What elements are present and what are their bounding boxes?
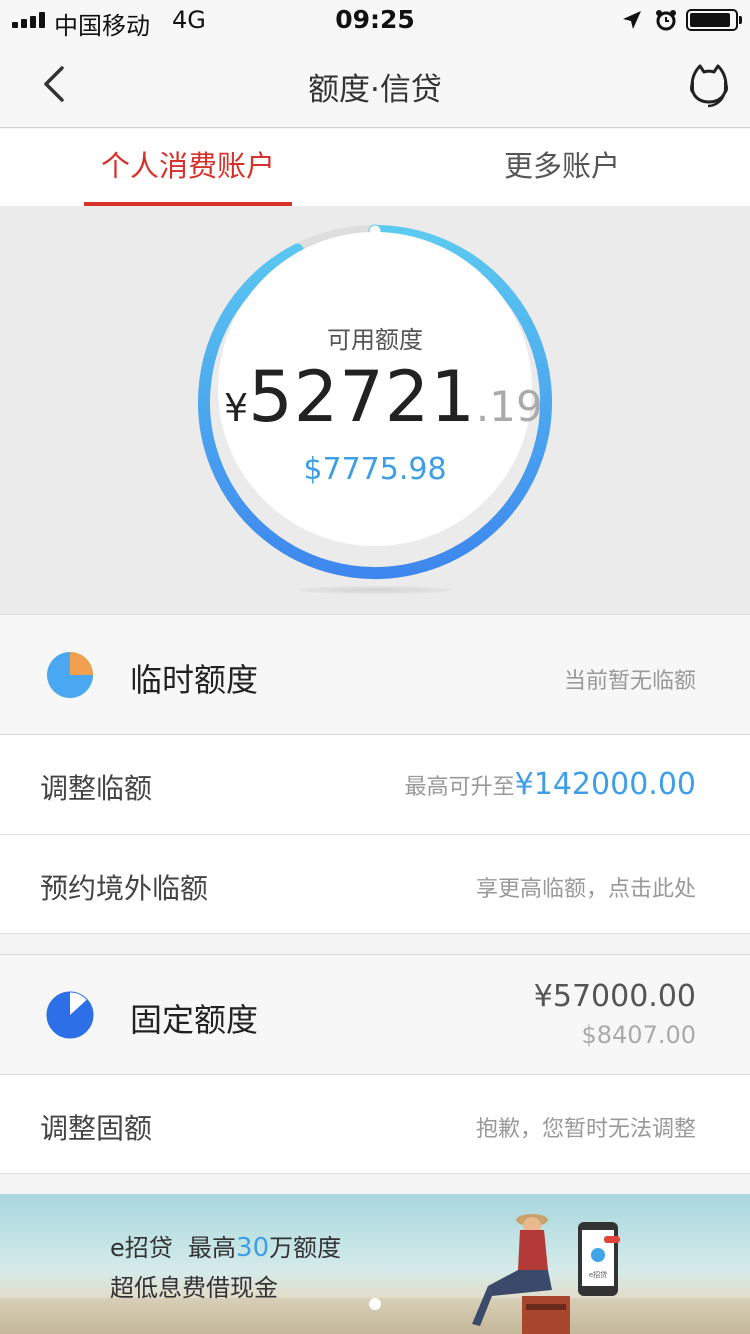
banner-headline: e招贷 最高30万额度	[110, 1228, 341, 1263]
adjust-fixed-quota-label: 调整固额	[40, 1112, 153, 1145]
fixed-quota-section: 固定额度 ¥57000.00 $8407.00	[0, 954, 750, 1075]
max-raise-amount: ¥142000.00	[514, 767, 696, 802]
banner-subline: 超低息费借现金	[110, 1274, 278, 1302]
temp-quota-section: 临时额度 当前暂无临额	[0, 614, 750, 735]
overseas-temp-quota-hint: 享更高临额，点击此处	[475, 877, 696, 902]
adjust-temp-quota-hint: 最高可升至¥142000.00	[405, 767, 696, 802]
banner-suffix: 万额度	[269, 1234, 342, 1262]
fixed-quota-usd: $8407.00	[581, 1021, 696, 1049]
overseas-temp-quota-label: 预约境外临额	[40, 872, 209, 905]
banner-phone-illustration: e招贷	[578, 1222, 620, 1296]
pie-chart-icon	[47, 652, 93, 698]
available-credit-amount: ¥52721.19	[224, 356, 543, 456]
temp-quota-status: 当前暂无临额	[563, 669, 696, 694]
amount-integer: 52721	[248, 356, 476, 438]
banner-number: 30	[236, 1233, 270, 1263]
amount-decimal: .19	[475, 382, 543, 431]
status-bar: 中国移动 4G 09:25	[0, 0, 750, 40]
account-tabs: 个人消费账户 更多账户	[0, 129, 750, 206]
fixed-quota-title: 固定额度	[130, 1001, 259, 1039]
adjust-temp-quota-row[interactable]: 调整临额 最高可升至¥142000.00	[0, 735, 750, 835]
tab-personal-consumer[interactable]: 个人消费账户	[84, 129, 292, 206]
currency-symbol: ¥	[224, 386, 249, 430]
available-credit-usd: $7775.98	[303, 452, 447, 487]
credit-summary: 可用额度 ¥52721.19 $7775.98	[0, 206, 750, 614]
adjust-fixed-quota-row[interactable]: 调整固额 抱歉，您暂时无法调整	[0, 1075, 750, 1174]
max-raise-prefix: 最高可升至	[404, 775, 515, 800]
fixed-quota-cny: ¥57000.00	[533, 979, 696, 1014]
yen-logo-icon	[591, 1248, 605, 1262]
tab-more-accounts[interactable]: 更多账户	[458, 129, 666, 206]
phone-app-label: e招贷	[588, 1271, 608, 1279]
location-icon	[623, 11, 641, 29]
overseas-temp-quota-row[interactable]: 预约境外临额 享更高临额，点击此处	[0, 835, 750, 934]
promo-banner[interactable]: e招贷 最高30万额度 超低息费借现金 e招贷	[0, 1194, 750, 1334]
page-title: 额度·信贷	[308, 72, 442, 108]
battery-icon	[686, 9, 742, 31]
carousel-indicator[interactable]	[369, 1298, 381, 1310]
nav-bar: 额度·信贷	[0, 40, 750, 128]
customer-service-icon[interactable]	[684, 60, 734, 110]
adjust-temp-quota-label: 调整临额	[40, 772, 153, 805]
temp-quota-title: 临时额度	[130, 661, 259, 699]
banner-prefix: 最高	[188, 1234, 237, 1262]
banner-brand: e招贷	[110, 1234, 173, 1262]
alarm-icon	[656, 10, 676, 31]
pie-chart-icon	[46, 991, 94, 1039]
circle-shadow	[298, 586, 452, 594]
adjust-fixed-quota-hint: 抱歉，您暂时无法调整	[475, 1117, 696, 1142]
available-credit-label: 可用额度	[327, 326, 423, 354]
banner-person-illustration	[472, 1214, 570, 1334]
